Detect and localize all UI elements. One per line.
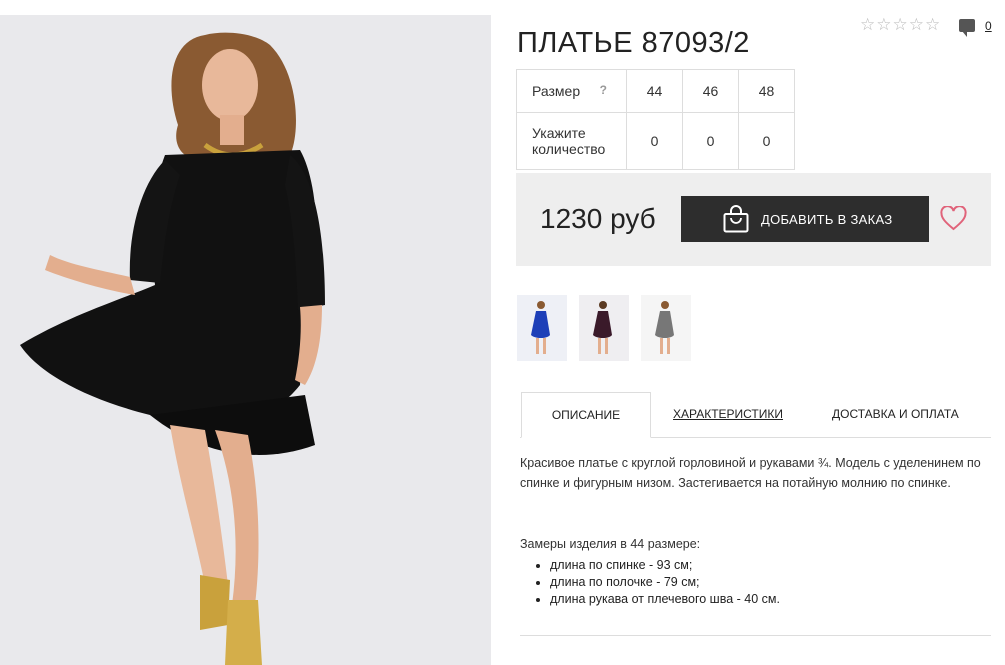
rating-stars[interactable]: ☆ ☆ ☆ ☆ ☆ [860, 16, 940, 33]
thumbnail-burgundy-dress[interactable] [579, 295, 629, 361]
star-icon[interactable]: ☆ [925, 16, 940, 33]
size-option[interactable]: 48 [738, 69, 795, 113]
thumbnail-image [641, 295, 691, 361]
star-icon[interactable]: ☆ [893, 16, 908, 33]
thumbnail-image [517, 295, 567, 361]
product-main-photo[interactable] [0, 15, 491, 665]
size-label-cell: Размер ? [516, 69, 627, 113]
measurements-list: длина по спинке - 93 см; длина по полочк… [530, 557, 780, 608]
product-tabs: ОПИСАНИЕ ХАРАКТЕРИСТИКИ ДОСТАВКА И ОПЛАТ… [520, 392, 991, 438]
comments-count-link[interactable]: 0 [985, 19, 992, 33]
size-option[interactable]: 46 [682, 69, 739, 113]
tab-characteristics[interactable]: ХАРАКТЕРИСТИКИ [673, 392, 783, 436]
star-icon[interactable]: ☆ [876, 16, 891, 33]
tab-description[interactable]: ОПИСАНИЕ [521, 392, 651, 438]
star-icon[interactable]: ☆ [860, 16, 875, 33]
comment-icon[interactable] [959, 19, 975, 37]
help-icon[interactable]: ? [600, 83, 607, 97]
thumbnail-grey-dress[interactable] [641, 295, 691, 361]
thumbnail-image [579, 295, 629, 361]
quantity-input[interactable]: 0 [626, 112, 683, 170]
add-to-order-button[interactable]: ДОБАВИТЬ В ЗАКАЗ [681, 196, 929, 242]
size-quantity-table: Размер ? 44 46 48 Укажите количество 0 0… [516, 69, 795, 170]
add-to-order-label: ДОБАВИТЬ В ЗАКАЗ [761, 211, 893, 227]
heart-icon[interactable] [940, 206, 967, 231]
quantity-label-line2: количество [532, 141, 606, 157]
quantity-input[interactable]: 0 [682, 112, 739, 170]
star-icon[interactable]: ☆ [909, 16, 924, 33]
measurements-title: Замеры изделия в 44 размере: [520, 537, 701, 551]
product-title: ПЛАТЬЕ 87093/2 [517, 27, 750, 60]
model-in-black-dress-image [0, 15, 491, 665]
quantity-input[interactable]: 0 [738, 112, 795, 170]
divider [520, 635, 991, 636]
thumbnail-blue-dress[interactable] [517, 295, 567, 361]
tab-delivery-payment[interactable]: ДОСТАВКА И ОПЛАТА [832, 392, 959, 436]
description-text: Красивое платье с круглой горловиной и р… [520, 456, 981, 490]
thumbnail-gallery [517, 295, 691, 361]
shopping-bag-icon [723, 205, 749, 233]
size-label: Размер [532, 83, 581, 99]
list-item: длина по полочке - 79 см; [550, 574, 780, 591]
quantity-label-line1: Укажите [532, 125, 586, 141]
purchase-box: 1230 руб ДОБАВИТЬ В ЗАКАЗ [516, 173, 991, 266]
list-item: длина рукава от плечевого шва - 40 см. [550, 591, 780, 608]
size-option[interactable]: 44 [626, 69, 683, 113]
list-item: длина по спинке - 93 см; [550, 557, 780, 574]
price: 1230 руб [540, 203, 656, 234]
quantity-label: Укажите количество [516, 112, 627, 170]
